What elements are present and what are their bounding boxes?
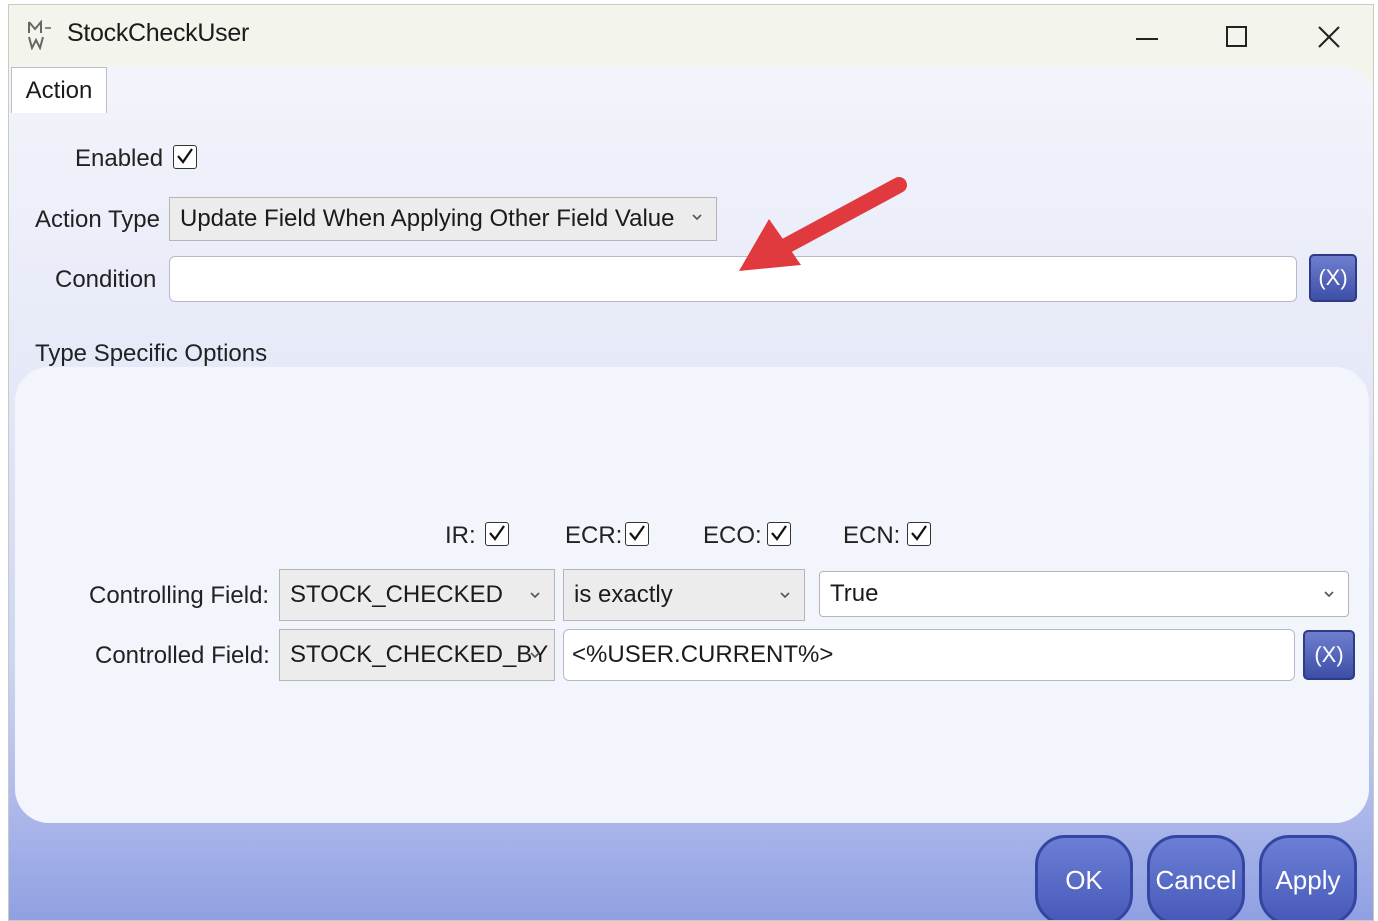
controlled-field-value: STOCK_CHECKED_BY — [290, 641, 549, 668]
chevron-down-icon — [1324, 591, 1334, 598]
ir-checkbox[interactable] — [485, 522, 509, 546]
operator-value: is exactly — [574, 581, 673, 608]
chevron-down-icon — [692, 214, 702, 221]
compare-value-dropdown[interactable]: True — [819, 571, 1349, 617]
dialog-window: StockCheckUser Action Enabled Action Typ… — [8, 4, 1374, 921]
ok-button[interactable]: OK — [1035, 835, 1133, 920]
maximize-button[interactable] — [1215, 15, 1259, 59]
window-title: StockCheckUser — [67, 19, 249, 47]
condition-expression-button[interactable]: (X) — [1309, 254, 1357, 302]
title-bar[interactable]: StockCheckUser — [9, 5, 1373, 67]
ir-label: IR: — [445, 522, 476, 549]
chevron-down-icon — [780, 592, 790, 599]
minimize-icon — [1136, 38, 1158, 40]
controlled-expression-button[interactable]: (X) — [1303, 630, 1355, 680]
chevron-down-icon — [530, 652, 540, 659]
minimize-button[interactable] — [1125, 15, 1169, 59]
checkmark-icon — [177, 148, 193, 164]
action-type-dropdown[interactable]: Update Field When Applying Other Field V… — [169, 197, 717, 241]
condition-label: Condition — [55, 266, 157, 293]
maximize-icon — [1226, 26, 1247, 47]
controlling-field-label: Controlling Field: — [89, 582, 270, 609]
chevron-down-icon — [530, 592, 540, 599]
type-specific-panel: IR: ECR: ECO: ECN: Controlling Field: ST… — [15, 367, 1369, 823]
checkmark-icon — [489, 525, 505, 541]
controlling-field-dropdown[interactable]: STOCK_CHECKED — [279, 569, 555, 621]
ecn-checkbox[interactable] — [907, 522, 931, 546]
eco-checkbox[interactable] — [767, 522, 791, 546]
compare-value: True — [830, 580, 879, 607]
type-specific-header: Type Specific Options — [35, 340, 268, 367]
annotation-arrow-icon — [739, 177, 907, 271]
controlling-field-value: STOCK_CHECKED — [290, 581, 503, 608]
dialog-content: Action Enabled Action Type Update Field … — [9, 67, 1373, 920]
eco-label: ECO: — [703, 522, 762, 549]
ecr-checkbox[interactable] — [625, 522, 649, 546]
close-icon — [1318, 26, 1340, 48]
operator-dropdown[interactable]: is exactly — [563, 569, 805, 621]
checkmark-icon — [911, 525, 927, 541]
checkmark-icon — [771, 525, 787, 541]
tab-action[interactable]: Action — [11, 67, 107, 113]
enabled-label: Enabled — [75, 145, 164, 172]
enabled-checkbox[interactable] — [173, 145, 197, 169]
close-button[interactable] — [1307, 15, 1351, 59]
action-type-label: Action Type — [35, 206, 160, 233]
ecr-label: ECR: — [565, 522, 623, 549]
checkmark-icon — [629, 525, 645, 541]
controlled-value-input[interactable]: <%USER.CURRENT%> — [563, 629, 1295, 681]
cancel-button[interactable]: Cancel — [1147, 835, 1245, 920]
apply-button[interactable]: Apply — [1259, 835, 1357, 920]
app-icon — [28, 20, 51, 50]
controlled-field-dropdown[interactable]: STOCK_CHECKED_BY — [279, 629, 555, 681]
action-type-value: Update Field When Applying Other Field V… — [180, 205, 675, 232]
controlled-field-label: Controlled Field: — [95, 642, 270, 669]
ecn-label: ECN: — [843, 522, 901, 549]
